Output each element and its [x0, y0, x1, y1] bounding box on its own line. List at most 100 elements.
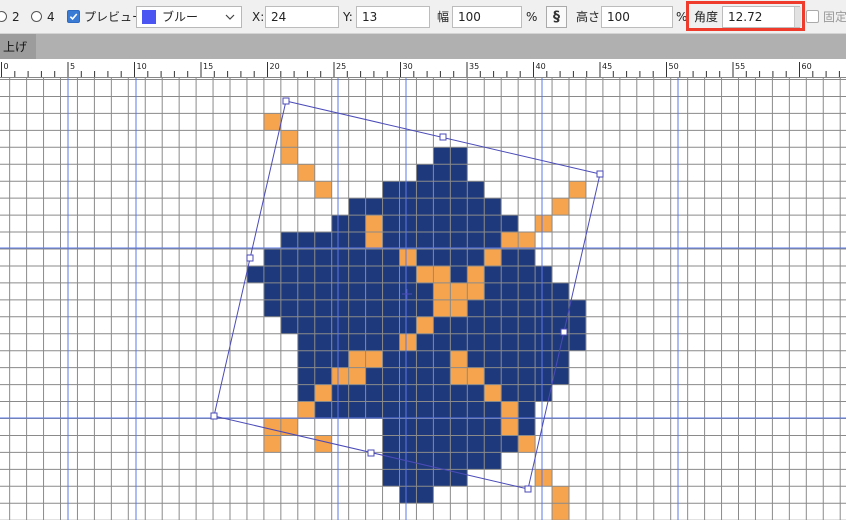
dark-cell: [331, 299, 349, 317]
dark-cell: [280, 299, 298, 317]
dark-cell: [280, 316, 298, 334]
dark-cell: [331, 401, 349, 419]
dark-cell: [314, 367, 332, 385]
y-input[interactable]: 13: [356, 5, 430, 28]
radio-4[interactable]: 4: [31, 0, 55, 33]
dark-cell: [314, 232, 332, 249]
x-input[interactable]: 24: [265, 5, 339, 28]
radio-2[interactable]: 2: [0, 0, 20, 33]
dark-cell: [467, 232, 485, 249]
dark-cell: [399, 198, 417, 216]
dark-cell: [382, 350, 400, 368]
dark-cell: [484, 333, 502, 351]
dark-cell: [416, 164, 434, 182]
transform-handle: [524, 485, 532, 493]
dark-cell: [467, 316, 485, 334]
dark-cell: [416, 215, 434, 233]
radio-2-circle[interactable]: [0, 11, 7, 22]
dark-cell: [569, 316, 586, 334]
dark-cell: [399, 367, 417, 385]
link-aspect-button[interactable]: §: [546, 5, 567, 28]
pixel-grid-canvas[interactable]: [0, 78, 846, 520]
ruler-label: 10: [137, 62, 147, 71]
dark-cell: [450, 333, 468, 351]
dark-cell: [518, 299, 536, 317]
dark-cell: [450, 435, 468, 453]
dark-cell: [382, 452, 400, 470]
dark-cell: [433, 333, 451, 351]
dark-cell: [484, 215, 502, 233]
dark-cell: [297, 282, 315, 300]
dark-cell: [416, 418, 434, 436]
preview-checkbox[interactable]: プレビュー: [67, 0, 144, 33]
orange-cell: [433, 265, 451, 283]
dark-cell: [416, 333, 434, 351]
tab-label: 上げ: [3, 40, 28, 54]
dark-cell: [280, 282, 298, 300]
tab-item[interactable]: 上げ: [0, 34, 36, 59]
orange-cell: [280, 418, 298, 436]
dark-cell: [382, 367, 400, 385]
height-label: 高さ: [576, 10, 601, 24]
dark-cell: [450, 198, 468, 216]
ruler-label: 20: [270, 62, 280, 71]
dark-cell: [399, 486, 417, 504]
dark-cell: [484, 316, 502, 334]
dark-cell: [501, 384, 519, 402]
dark-cell: [518, 350, 536, 368]
dark-cell: [467, 333, 485, 351]
ruler-label: 40: [536, 62, 546, 71]
dark-cell: [484, 418, 502, 436]
dark-cell: [484, 435, 502, 453]
dark-cell: [399, 316, 417, 334]
dark-cell: [263, 249, 281, 266]
toolbar: 2 4 プレビュー ブルー X: 24 Y: 13 幅 100 % § 高さ 1…: [0, 0, 846, 34]
angle-input[interactable]: 12.72: [722, 5, 800, 28]
fixed-checkbox-box[interactable]: [806, 10, 819, 23]
orange-cell: [399, 333, 417, 351]
ruler-label: 45: [602, 62, 612, 71]
dark-cell: [314, 333, 332, 351]
orange-cell: [280, 130, 298, 148]
dark-cell: [399, 215, 417, 233]
orange-cell: [535, 215, 553, 233]
dark-cell: [484, 232, 502, 249]
orange-cell: [501, 232, 519, 249]
fixed-checkbox[interactable]: 固定: [806, 0, 846, 33]
dark-cell: [467, 452, 485, 470]
dark-cell: [382, 469, 400, 487]
dark-cell: [518, 384, 536, 402]
dark-cell: [433, 350, 451, 368]
dark-cell: [433, 401, 451, 419]
transform-handle: [439, 133, 447, 141]
canvas-area[interactable]: [0, 78, 846, 520]
dark-cell: [365, 384, 383, 402]
dark-cell: [348, 232, 366, 249]
angle-spin-button[interactable]: [794, 6, 801, 27]
dark-cell: [348, 333, 366, 351]
dark-cell: [263, 299, 281, 317]
dark-cell: [433, 232, 451, 249]
dark-cell: [467, 198, 485, 216]
ruler-label: 50: [669, 62, 679, 71]
radio-4-circle[interactable]: [31, 11, 42, 22]
dark-cell: [501, 282, 519, 300]
dark-cell: [501, 367, 519, 385]
dark-cell: [416, 249, 434, 266]
dark-cell: [501, 299, 519, 317]
color-dropdown[interactable]: ブルー: [136, 5, 242, 28]
orange-cell: [433, 299, 451, 317]
dark-cell: [382, 384, 400, 402]
orange-cell: [535, 469, 553, 487]
dark-cell: [467, 181, 485, 199]
height-input[interactable]: 100: [601, 5, 673, 28]
dark-cell: [569, 333, 586, 351]
color-swatch: [142, 9, 156, 24]
dark-cell: [416, 367, 434, 385]
dark-cell: [484, 265, 502, 283]
checkmark-icon[interactable]: [67, 10, 80, 23]
dark-cell: [399, 418, 417, 436]
orange-cell: [501, 418, 519, 436]
width-input[interactable]: 100: [452, 5, 522, 28]
dark-cell: [416, 181, 434, 199]
